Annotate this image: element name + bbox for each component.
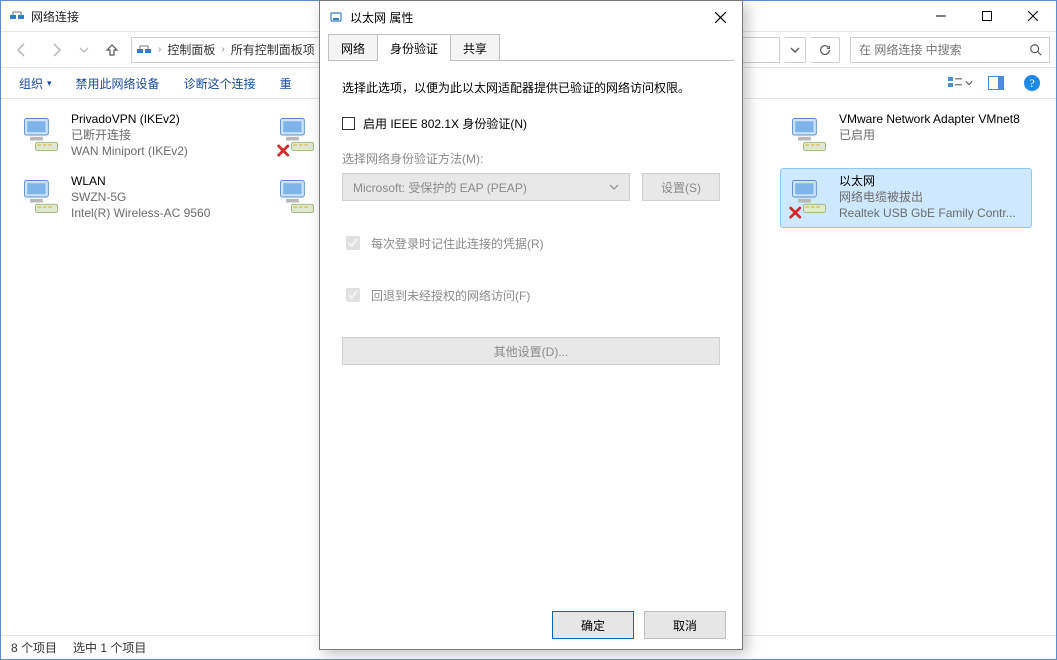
chevron-right-icon: › [221, 44, 224, 55]
fallback-checkbox: 回退到未经授权的网络访问(F) [342, 285, 720, 305]
breadcrumb-item[interactable]: 控制面板 › [167, 41, 224, 58]
diagnose-button[interactable]: 诊断这个连接 [174, 71, 266, 96]
network-adapter-item[interactable]: VMware Network Adapter VMnet8已启用 [781, 107, 1031, 165]
search-box[interactable] [850, 37, 1050, 63]
adapter-name: 以太网 [839, 173, 1016, 189]
other-settings-button: 其他设置(D)... [342, 337, 720, 365]
chevron-down-icon [609, 182, 619, 192]
adapter-name: PrivadoVPN (IKEv2) [71, 111, 188, 127]
tab-network[interactable]: 网络 [328, 34, 378, 61]
adapter-device: WAN Miniport (IKEv2) [71, 143, 188, 159]
adapter-icon [787, 111, 831, 155]
adapter-device: Intel(R) Wireless-AC 9560 [71, 205, 210, 221]
dialog-title: 以太网 属性 [350, 9, 413, 26]
adapter-texts: WLANSWZN-5GIntel(R) Wireless-AC 9560 [71, 173, 210, 222]
dropdown-value: Microsoft: 受保护的 EAP (PEAP) [353, 179, 527, 196]
view-mode-button[interactable] [944, 71, 976, 95]
auth-settings-button: 设置(S) [642, 173, 720, 201]
network-adapter-item[interactable]: WLANSWZN-5GIntel(R) Wireless-AC 9560 [13, 169, 263, 227]
ok-button[interactable]: 确定 [552, 611, 634, 639]
label: 组织 [19, 75, 43, 92]
checkbox-label: 回退到未经授权的网络访问(F) [371, 287, 530, 304]
remember-credentials-checkbox: 每次登录时记住此连接的凭据(R) [342, 233, 720, 253]
adapter-icon [275, 111, 319, 155]
dialog-close-button[interactable] [698, 1, 742, 33]
checkbox-input [346, 288, 360, 302]
network-adapter-item[interactable]: 以太网网络电缆被拔出Realtek USB GbE Family Contr..… [781, 169, 1031, 227]
breadcrumb-label: 所有控制面板项 [231, 41, 315, 58]
enable-8021x-checkbox[interactable]: 启用 IEEE 802.1X 身份验证(N) [342, 115, 720, 132]
breadcrumb-dropdown[interactable] [784, 37, 806, 63]
help-button[interactable]: ? [1016, 71, 1048, 95]
dialog-body: 选择此选项，以便为此以太网适配器提供已验证的网络访问权限。 启用 IEEE 80… [320, 61, 742, 601]
status-total: 8 个项目 [11, 639, 57, 656]
auth-method-dropdown: Microsoft: 受保护的 EAP (PEAP) [342, 173, 630, 201]
tabstrip: 网络 身份验证 共享 [320, 33, 742, 61]
auth-method-label: 选择网络身份验证方法(M): [342, 150, 720, 167]
cancel-button[interactable]: 取消 [644, 611, 726, 639]
ethernet-icon [328, 9, 344, 25]
dialog-footer: 确定 取消 [320, 601, 742, 649]
adapter-icon [19, 111, 63, 155]
preview-pane-button[interactable] [980, 71, 1012, 95]
adapter-icon [19, 173, 63, 217]
tab-sharing[interactable]: 共享 [450, 34, 500, 61]
app-icon [9, 8, 25, 24]
maximize-button[interactable] [964, 1, 1010, 31]
close-button[interactable] [1010, 1, 1056, 31]
adapter-status: 已断开连接 [71, 127, 188, 143]
tab-authentication[interactable]: 身份验证 [377, 34, 451, 61]
chevron-down-icon: ▾ [47, 78, 52, 89]
checkbox-label: 启用 IEEE 802.1X 身份验证(N) [363, 115, 527, 132]
checkbox-input [346, 236, 360, 250]
adapter-device: Realtek USB GbE Family Contr... [839, 205, 1016, 221]
breadcrumb-root-icon[interactable]: › [136, 42, 161, 58]
refresh-button[interactable] [810, 37, 840, 63]
window-title: 网络连接 [31, 8, 79, 25]
organize-button[interactable]: 组织 ▾ [9, 71, 62, 96]
adapter-texts: VMware Network Adapter VMnet8已启用 [839, 111, 1020, 143]
breadcrumb-item[interactable]: 所有控制面板项 [231, 41, 315, 58]
svg-text:?: ? [1029, 76, 1034, 90]
status-selected: 选中 1 个项目 [73, 639, 146, 656]
auth-description: 选择此选项，以便为此以太网适配器提供已验证的网络访问权限。 [342, 79, 720, 97]
adapter-icon [275, 173, 319, 217]
minimize-button[interactable] [918, 1, 964, 31]
chevron-right-icon: › [158, 44, 161, 55]
search-input[interactable] [857, 42, 1025, 58]
adapter-icon [787, 173, 831, 217]
rename-button[interactable]: 重 [270, 71, 302, 96]
adapter-status: 网络电缆被拔出 [839, 189, 1016, 205]
checkbox-label: 每次登录时记住此连接的凭据(R) [371, 235, 544, 252]
properties-dialog: 以太网 属性 网络 身份验证 共享 选择此选项，以便为此以太网适配器提供已验证的… [319, 0, 743, 650]
breadcrumb-label: 控制面板 [167, 41, 215, 58]
dialog-titlebar: 以太网 属性 [320, 1, 742, 33]
adapter-texts: PrivadoVPN (IKEv2)已断开连接WAN Miniport (IKE… [71, 111, 188, 160]
adapter-status: SWZN-5G [71, 189, 210, 205]
adapter-texts: 以太网网络电缆被拔出Realtek USB GbE Family Contr..… [839, 173, 1016, 222]
adapter-status: 已启用 [839, 127, 1020, 143]
checkbox-icon [342, 117, 355, 130]
forward-button[interactable] [41, 36, 71, 64]
adapter-name: VMware Network Adapter VMnet8 [839, 111, 1020, 127]
network-adapter-item[interactable]: PrivadoVPN (IKEv2)已断开连接WAN Miniport (IKE… [13, 107, 263, 165]
disable-device-button[interactable]: 禁用此网络设备 [66, 71, 170, 96]
adapter-name: WLAN [71, 173, 210, 189]
search-icon[interactable] [1029, 43, 1043, 57]
recent-dropdown[interactable] [75, 36, 93, 64]
back-button[interactable] [7, 36, 37, 64]
up-button[interactable] [97, 36, 127, 64]
